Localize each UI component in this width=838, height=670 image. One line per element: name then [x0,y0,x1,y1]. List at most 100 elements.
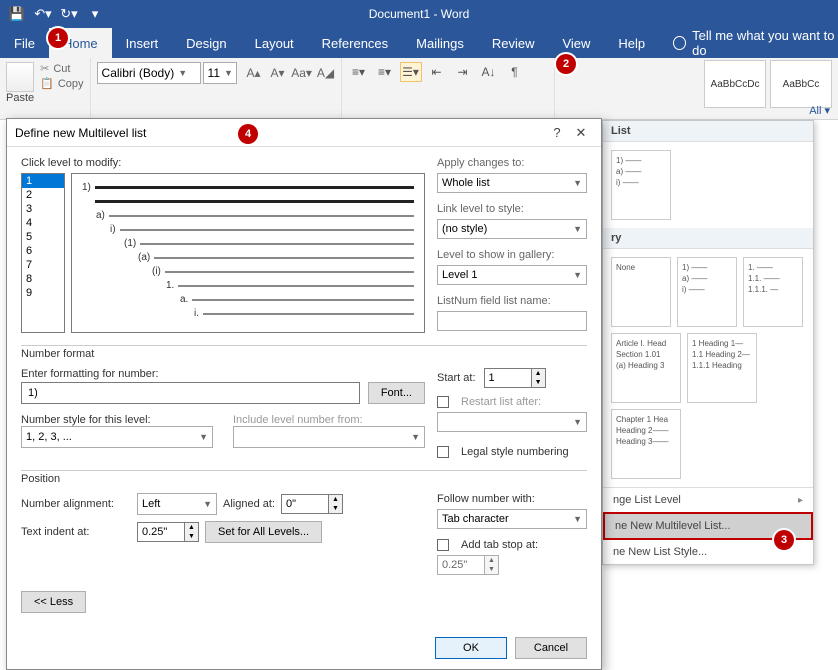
tab-review[interactable]: Review [478,28,549,58]
ml-preset-5[interactable]: Chapter 1 HeaHeading 2——Heading 3—— [611,409,681,479]
multilevel-dropdown: List 1) ——a) ——i) —— ry None 1) ——a) ——i… [602,120,814,565]
shrink-font-icon[interactable]: A▾ [269,64,287,82]
document-title: Document1 - Word [369,7,469,21]
increase-indent-icon[interactable]: ⇥ [452,62,474,82]
tab-view[interactable]: View [548,28,604,58]
dialog-title: Define new Multilevel list [15,126,545,140]
align-combo[interactable]: Left▼ [137,493,217,515]
sort-icon[interactable]: A↓ [478,62,500,82]
font-size-combo[interactable]: 11▼ [203,62,237,84]
scissors-icon [40,62,49,75]
copy-icon [40,77,54,90]
style-nospacing[interactable]: AaBbCc [770,60,832,108]
level-7[interactable]: 7 [22,258,64,272]
apply-to-label: Apply changes to: [437,157,587,169]
level-listbox[interactable]: 1 2 3 4 5 6 7 8 9 [21,173,65,333]
cut-button[interactable]: Cut [40,62,83,75]
ml-preset-2[interactable]: 1. ——1.1. ——1.1.1. — [743,257,803,327]
numbering-icon[interactable]: ≡▾ [374,62,396,82]
ok-button[interactable]: OK [435,637,507,659]
tab-help[interactable]: Help [604,28,659,58]
font-group: Calibri (Body)▼ 11▼ A▴ A▾ Aa▾ A◢ [91,58,342,119]
start-at-spinner[interactable]: ▲▼ [484,368,546,388]
cancel-button[interactable]: Cancel [515,637,587,659]
save-icon[interactable]: 💾 [8,5,26,23]
position-section: Position [21,470,587,485]
listnum-input[interactable] [437,311,587,331]
multilevel-list-icon[interactable]: ☰▾ [400,62,422,82]
apply-to-combo[interactable]: Whole list▼ [437,173,587,193]
include-label: Include level number from: [233,414,425,426]
legal-checkbox[interactable] [437,446,449,458]
help-button[interactable]: ? [545,125,569,140]
addtab-label: Add tab stop at: [461,539,538,551]
level-4[interactable]: 4 [22,216,64,230]
define-multilevel-dialog: Define new Multilevel list ? ✕ Click lev… [6,118,602,670]
level-2[interactable]: 2 [22,188,64,202]
quick-access-toolbar: 💾 ↶▾ ↻▾ ▾ [0,5,104,23]
bulb-icon [673,36,686,50]
aligned-at-spinner[interactable]: ▲▼ [281,494,343,514]
indent-spinner[interactable]: ▲▼ [137,522,199,542]
enter-format-label: Enter formatting for number: [21,368,425,380]
tab-design[interactable]: Design [172,28,240,58]
close-button[interactable]: ✕ [569,125,593,141]
level-5[interactable]: 5 [22,230,64,244]
tab-layout[interactable]: Layout [241,28,308,58]
level-3[interactable]: 3 [22,202,64,216]
tab-file[interactable]: File [0,28,49,58]
clear-format-icon[interactable]: A◢ [317,64,335,82]
addtab-spinner[interactable]: ▲▼ [437,555,587,575]
dialog-titlebar: Define new Multilevel list ? ✕ [7,119,601,147]
ml-preset-4[interactable]: 1 Heading 1—1.1 Heading 2—1.1.1 Heading [687,333,757,403]
set-all-button[interactable]: Set for All Levels... [205,521,322,543]
redo-icon[interactable]: ↻▾ [60,5,78,23]
paste-button[interactable]: Paste [6,62,34,104]
link-style-combo[interactable]: (no style)▼ [437,219,587,239]
ml-preset-3[interactable]: Article I. HeadSection 1.01(a) Heading 3 [611,333,681,403]
paste-label: Paste [6,92,34,104]
level-9[interactable]: 9 [22,286,64,300]
less-button[interactable]: << Less [21,591,86,613]
ml-change-level[interactable]: nge List Level▸ [603,488,813,512]
show-marks-icon[interactable]: ¶ [504,62,526,82]
change-case-icon[interactable]: Aa▾ [293,64,311,82]
ml-section-current: List [603,121,813,142]
restart-checkbox[interactable] [437,396,449,408]
level-8[interactable]: 8 [22,272,64,286]
tell-me-search[interactable]: Tell me what you want to do [659,28,838,58]
include-combo[interactable]: ▼ [233,426,425,448]
qat-customize-icon[interactable]: ▾ [86,5,104,23]
tab-references[interactable]: References [308,28,402,58]
undo-icon[interactable]: ↶▾ [34,5,52,23]
decrease-indent-icon[interactable]: ⇤ [426,62,448,82]
ml-preset-current[interactable]: 1) ——a) ——i) —— [611,150,671,220]
tab-mailings[interactable]: Mailings [402,28,478,58]
format-input[interactable] [21,382,360,404]
tab-insert[interactable]: Insert [112,28,173,58]
link-style-label: Link level to style: [437,203,587,215]
numstyle-combo[interactable]: 1, 2, 3, ...▼ [21,426,213,448]
clipboard-group: Paste Cut Copy [0,58,91,119]
indent-label: Text indent at: [21,526,131,538]
ml-preset-none[interactable]: None [611,257,671,327]
menu-bar: File Home Insert Design Layout Reference… [0,28,838,58]
numformat-section: Number format [21,345,587,360]
follow-combo[interactable]: Tab character▼ [437,509,587,529]
font-button[interactable]: Font... [368,382,425,404]
style-normal[interactable]: AaBbCcDc [704,60,766,108]
ml-preset-1[interactable]: 1) ——a) ——i) —— [677,257,737,327]
styles-all-dropdown[interactable]: All ▾ [809,104,830,117]
show-gallery-combo[interactable]: Level 1▼ [437,265,587,285]
level-6[interactable]: 6 [22,244,64,258]
addtab-checkbox[interactable] [437,539,449,551]
callout-1: 1 [48,28,68,48]
grow-font-icon[interactable]: A▴ [245,64,263,82]
click-level-label: Click level to modify: [21,157,425,169]
font-name-combo[interactable]: Calibri (Body)▼ [97,62,201,84]
copy-button[interactable]: Copy [40,77,83,90]
listnum-label: ListNum field list name: [437,295,587,307]
bullets-icon[interactable]: ≡▾ [348,62,370,82]
level-1[interactable]: 1 [22,174,64,188]
restart-combo[interactable]: ▼ [437,412,587,432]
